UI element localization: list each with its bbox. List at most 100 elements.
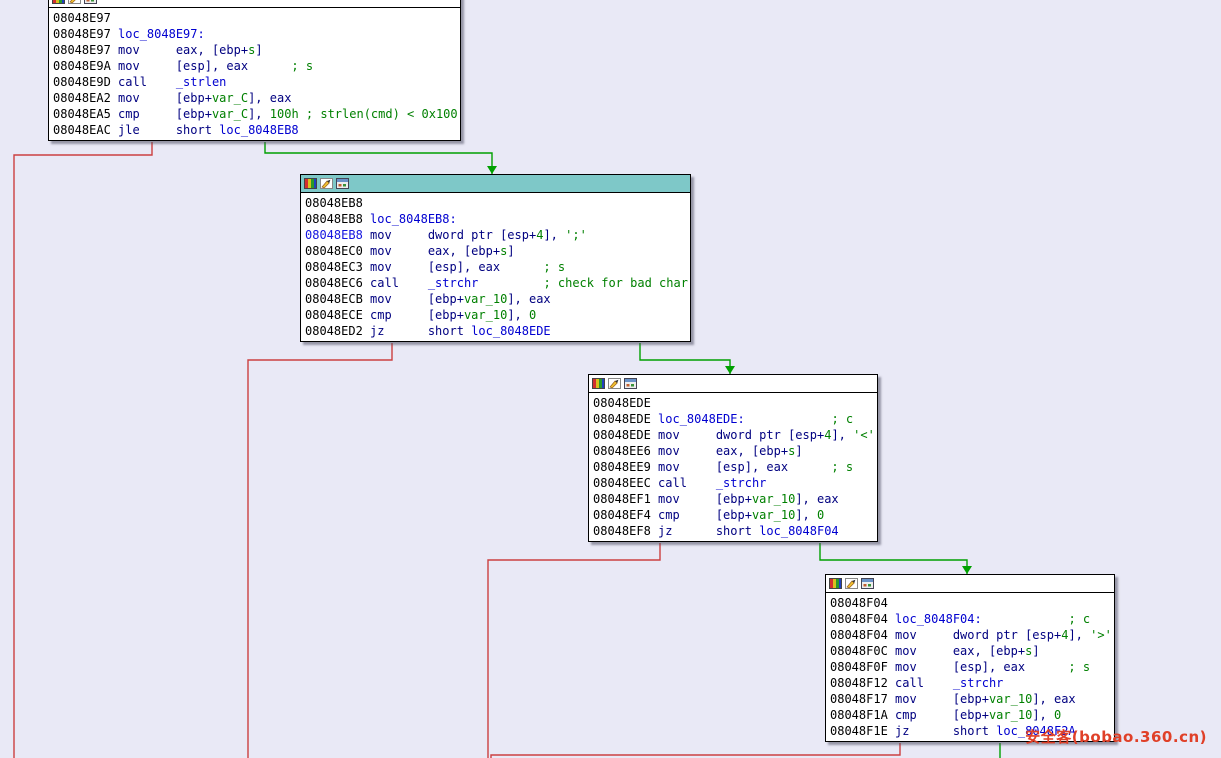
asm-line[interactable]: 08048EC3 mov [esp], eax ; s [305, 259, 686, 275]
asm-token: call [895, 676, 953, 690]
asm-token: 08048EDE [593, 396, 651, 410]
asm-line[interactable]: 08048EC0 mov eax, [ebp+s] [305, 243, 686, 259]
asm-token: ; s [543, 260, 565, 274]
asm-line[interactable]: 08048EEC call _strchr [593, 475, 873, 491]
asm-token: ], [248, 107, 270, 121]
asm-line[interactable]: 08048ED2 jz short loc_8048EDE [305, 323, 686, 339]
asm-line[interactable]: 08048EE6 mov eax, [ebp+s] [593, 443, 873, 459]
asm-line[interactable]: 08048E97 loc_8048E97: [53, 26, 456, 42]
asm-line[interactable]: 08048EB8 [305, 195, 686, 211]
asm-token: 08048EC0 [305, 244, 370, 258]
asm-token [745, 412, 832, 426]
asm-line[interactable]: 08048F04 mov dword ptr [esp+4], '>' [830, 627, 1110, 643]
block-code: 08048E9708048E97 loc_8048E97:08048E97 mo… [49, 8, 460, 140]
asm-token [478, 276, 543, 290]
asm-line[interactable]: 08048EE9 mov [esp], eax ; s [593, 459, 873, 475]
asm-line[interactable]: 08048E97 [53, 10, 456, 26]
asm-token: 08048EF1 [593, 492, 658, 506]
asm-line[interactable]: 08048EA2 mov [ebp+var_C], eax [53, 90, 456, 106]
asm-token: ] [255, 43, 262, 57]
node-frame-icon[interactable] [861, 578, 874, 589]
asm-line[interactable]: 08048ECB mov [ebp+var_10], eax [305, 291, 686, 307]
asm-token: 08048EAC [53, 123, 118, 137]
asm-line[interactable]: 08048EC6 call _strchr ; check for bad ch… [305, 275, 686, 291]
jump-taken-edge [640, 343, 730, 374]
node-color-icon[interactable] [829, 578, 842, 589]
asm-token: 08048ED2 [305, 324, 370, 338]
edge-arrowhead-icon [487, 166, 497, 174]
node-edit-icon[interactable] [68, 0, 81, 4]
asm-token: 08048EDE [593, 412, 658, 426]
watermark: 安全客(bobao.360.cn) [1025, 726, 1207, 747]
asm-token: ; strlen(cmd) < 0x100 [306, 107, 458, 121]
asm-token: ], eax [507, 292, 550, 306]
asm-token: ; c [831, 412, 853, 426]
edge-arrowhead-icon [962, 566, 972, 574]
asm-token: mov [ebp+ [658, 492, 752, 506]
asm-line[interactable]: 08048EA5 cmp [ebp+var_C], 100h ; strlen(… [53, 106, 456, 122]
asm-line[interactable]: 08048EF4 cmp [ebp+var_10], 0 [593, 507, 873, 523]
asm-line[interactable]: 08048ECE cmp [ebp+var_10], 0 [305, 307, 686, 323]
node-frame-icon[interactable] [84, 0, 97, 4]
node-edit-icon[interactable] [320, 178, 333, 189]
block-title-bar[interactable] [826, 575, 1114, 593]
asm-token: loc_8048EDE: [658, 412, 745, 426]
fallthrough-edge [248, 343, 392, 758]
asm-token: mov eax, [ebp+ [118, 43, 248, 57]
asm-line[interactable]: 08048EF8 jz short loc_8048F04 [593, 523, 873, 539]
asm-line[interactable]: 08048EB8 loc_8048EB8: [305, 211, 686, 227]
asm-line[interactable]: 08048EF1 mov [ebp+var_10], eax [593, 491, 873, 507]
asm-token: ; s [831, 460, 853, 474]
asm-token: var_10 [752, 492, 795, 506]
asm-line[interactable]: 08048F12 call _strchr [830, 675, 1110, 691]
node-edit-icon[interactable] [845, 578, 858, 589]
asm-line[interactable]: 08048F0F mov [esp], eax ; s [830, 659, 1110, 675]
block-08048EDE[interactable]: 08048EDE08048EDE loc_8048EDE: ; c08048ED… [588, 374, 878, 542]
asm-token: 08048EF4 [593, 508, 658, 522]
asm-token: jle short [118, 123, 219, 137]
asm-line[interactable]: 08048F17 mov [ebp+var_10], eax [830, 691, 1110, 707]
asm-token: 08048F1A [830, 708, 895, 722]
asm-token: ], [1068, 628, 1090, 642]
node-color-icon[interactable] [52, 0, 65, 4]
asm-token: 08048EC3 [305, 260, 370, 274]
asm-line[interactable]: 08048EDE [593, 395, 873, 411]
asm-token: '<' [853, 428, 875, 442]
block-title-bar[interactable] [301, 175, 690, 193]
asm-token: var_10 [464, 292, 507, 306]
asm-token: 08048F04 [830, 628, 895, 642]
asm-line[interactable]: 08048F04 loc_8048F04: ; c [830, 611, 1110, 627]
asm-token: ], [507, 308, 529, 322]
asm-token: mov dword ptr [esp+ [895, 628, 1061, 642]
block-title-bar[interactable] [49, 0, 460, 8]
asm-line[interactable]: 08048E97 mov eax, [ebp+s] [53, 42, 456, 58]
asm-line[interactable]: 08048E9A mov [esp], eax ; s [53, 58, 456, 74]
asm-line[interactable]: 08048F1A cmp [ebp+var_10], 0 [830, 707, 1110, 723]
asm-line[interactable]: 08048EB8 mov dword ptr [esp+4], ';' [305, 227, 686, 243]
asm-token: loc_8048EB8 [219, 123, 298, 137]
asm-line[interactable]: 08048EDE mov dword ptr [esp+4], '<' [593, 427, 873, 443]
graph-canvas[interactable]: 08048E9708048E97 loc_8048E97:08048E97 mo… [0, 0, 1221, 758]
block-08048E97[interactable]: 08048E9708048E97 loc_8048E97:08048E97 mo… [48, 0, 461, 141]
asm-token: var_10 [752, 508, 795, 522]
node-edit-icon[interactable] [608, 378, 621, 389]
asm-line[interactable]: 08048EDE loc_8048EDE: ; c [593, 411, 873, 427]
asm-token: 08048E97 [53, 27, 118, 41]
asm-token: 08048F0C [830, 644, 895, 658]
block-08048F04[interactable]: 08048F0408048F04 loc_8048F04: ; c08048F0… [825, 574, 1115, 742]
block-title-bar[interactable] [589, 375, 877, 393]
asm-line[interactable]: 08048EAC jle short loc_8048EB8 [53, 122, 456, 138]
node-frame-icon[interactable] [336, 178, 349, 189]
asm-token: 08048ECE [305, 308, 370, 322]
asm-token: ] [1032, 644, 1039, 658]
asm-line[interactable]: 08048F04 [830, 595, 1110, 611]
asm-line[interactable]: 08048F0C mov eax, [ebp+s] [830, 643, 1110, 659]
asm-token: '>' [1090, 628, 1112, 642]
asm-token: 0 [1054, 708, 1061, 722]
node-color-icon[interactable] [592, 378, 605, 389]
asm-line[interactable]: 08048E9D call _strlen [53, 74, 456, 90]
node-frame-icon[interactable] [624, 378, 637, 389]
block-08048EB8[interactable]: 08048EB808048EB8 loc_8048EB8:08048EB8 mo… [300, 174, 691, 342]
node-color-icon[interactable] [304, 178, 317, 189]
asm-token: loc_8048EDE [471, 324, 550, 338]
